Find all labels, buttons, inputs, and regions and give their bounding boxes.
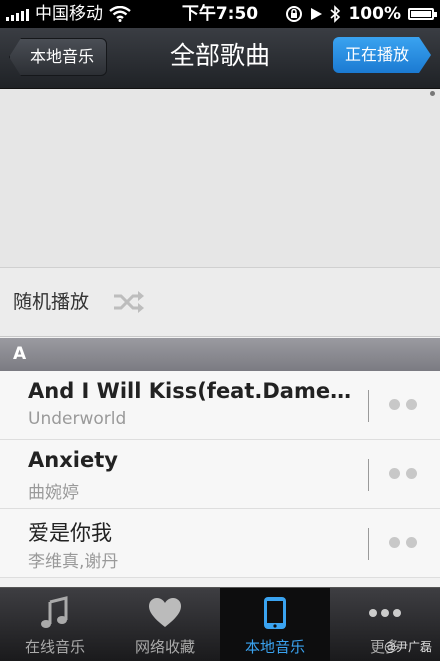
row-divider: [368, 390, 369, 422]
more-options-icon[interactable]: [389, 537, 417, 548]
song-title: Anxiety: [28, 448, 118, 472]
song-title: And I Will Kiss(feat.Dame...: [28, 379, 354, 403]
section-letter: A: [13, 344, 27, 364]
section-header-a: A: [0, 338, 440, 371]
battery-label: 100%: [348, 4, 401, 24]
song-list: And I Will Kiss(feat.Dame... Underworld …: [0, 371, 440, 578]
rotation-lock-icon: [286, 6, 303, 22]
play-icon: [311, 8, 323, 20]
battery-icon: [408, 8, 437, 20]
row-divider: [368, 459, 369, 491]
song-artist: 李维真,谢丹: [28, 552, 119, 572]
now-playing-button[interactable]: 正在播放: [333, 37, 431, 73]
song-title: 爱是你我: [28, 521, 112, 545]
tab-online-music[interactable]: 在线音乐: [0, 588, 110, 661]
shuffle-label: 随机播放: [13, 291, 90, 313]
tab-local-music[interactable]: 本地音乐: [220, 588, 330, 661]
song-artist: Underworld: [28, 409, 127, 429]
shuffle-icon: [114, 291, 144, 313]
watermark: @尹广磊: [383, 640, 432, 654]
song-row[interactable]: Anxiety 曲婉婷: [0, 440, 440, 509]
bluetooth-icon: [330, 5, 341, 23]
song-row[interactable]: And I Will Kiss(feat.Dame... Underworld: [0, 371, 440, 440]
tab-bar: 在线音乐 网络收藏 本地音乐 更多 @尹广磊: [0, 587, 440, 661]
header-area: [0, 89, 440, 268]
more-dots-icon: [369, 609, 401, 617]
more-options-icon[interactable]: [389, 399, 417, 410]
more-options-icon[interactable]: [389, 468, 417, 479]
shuffle-play-row[interactable]: 随机播放: [0, 268, 440, 337]
row-divider: [368, 528, 369, 560]
heart-icon: [149, 598, 181, 627]
music-note-icon: [41, 596, 68, 628]
status-bar: 中国移动 下午7:50 100%: [0, 0, 440, 28]
scroll-indicator[interactable]: [430, 91, 435, 96]
song-row[interactable]: 爱是你我 李维真,谢丹: [0, 509, 440, 578]
tab-favorites[interactable]: 网络收藏: [110, 588, 220, 661]
song-artist: 曲婉婷: [28, 483, 79, 503]
nav-bar: 本地音乐 全部歌曲 正在播放: [0, 28, 440, 89]
tab-label: 网络收藏: [134, 638, 195, 656]
phone-icon: [264, 597, 286, 629]
tab-label: 在线音乐: [24, 638, 85, 656]
tab-label: 本地音乐: [244, 638, 305, 656]
